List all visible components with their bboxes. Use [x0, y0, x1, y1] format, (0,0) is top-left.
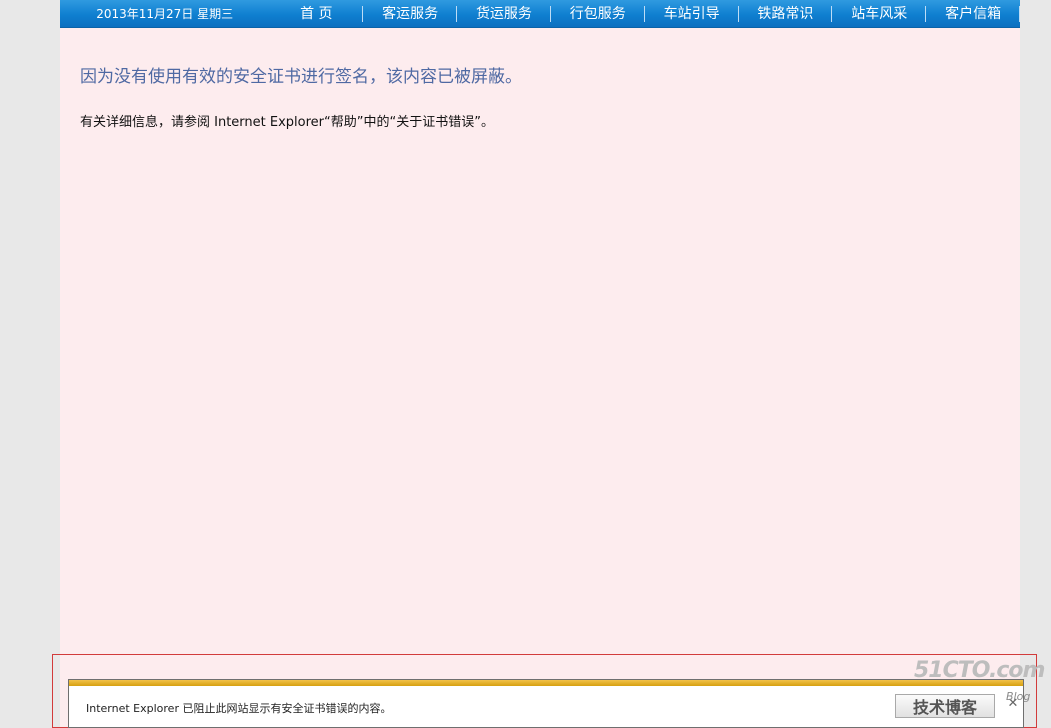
nav-date: 2013年11月27日 星期三 [96, 7, 234, 21]
blocked-content-detail: 有关详细信息，请参阅 Internet Explorer“帮助”中的“关于证书错… [80, 115, 494, 130]
nav-item-luggage-service[interactable]: 行包服务 [551, 0, 645, 28]
top-navigation-bar: 2013年11月27日 星期三 首 页 客运服务 货运服务 行包服务 车站引导 … [60, 0, 1020, 28]
nav-item-customer-mailbox[interactable]: 客户信箱 [926, 0, 1020, 28]
nav-item-passenger-service[interactable]: 客运服务 [363, 0, 457, 28]
nav-item-home[interactable]: 首 页 [269, 0, 364, 28]
ie-notification-bar: Internet Explorer 已阻止此网站显示有安全证书错误的内容。 技术… [68, 679, 1024, 728]
notification-stripe [69, 680, 1023, 686]
blocked-content-heading: 因为没有使用有效的安全证书进行签名，该内容已被屏蔽。 [80, 67, 522, 87]
nav-item-freight-service[interactable]: 货运服务 [457, 0, 551, 28]
nav-item-station-guide[interactable]: 车站引导 [645, 0, 739, 28]
notification-text: Internet Explorer 已阻止此网站显示有安全证书错误的内容。 [86, 702, 392, 715]
nav-item-railway-knowledge[interactable]: 铁路常识 [739, 0, 833, 28]
nav-item-station-gallery[interactable]: 站车风采 [832, 0, 927, 28]
page-content-area: 2013年11月27日 星期三 首 页 客运服务 货运服务 行包服务 车站引导 … [60, 0, 1020, 728]
close-icon[interactable]: ✕ [1005, 696, 1021, 712]
notification-action-button[interactable]: 技术博客 [895, 694, 995, 718]
